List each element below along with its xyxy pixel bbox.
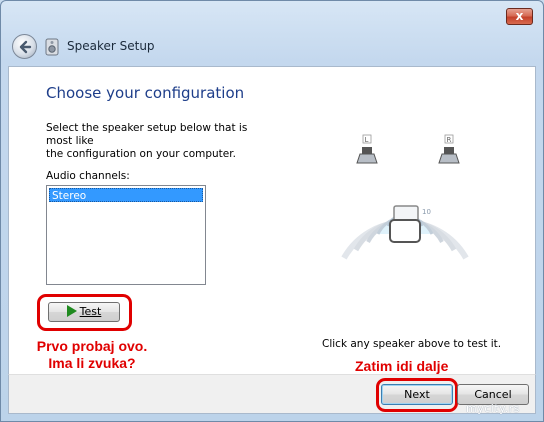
audio-channels-label: Audio channels: bbox=[46, 170, 130, 182]
svg-text:10: 10 bbox=[422, 208, 431, 216]
next-button[interactable]: Next bbox=[381, 384, 453, 405]
page-title: Choose your configuration bbox=[46, 84, 245, 102]
speaker-left-label: L bbox=[365, 136, 369, 144]
back-arrow-icon bbox=[19, 40, 32, 54]
back-button[interactable] bbox=[12, 34, 37, 59]
speaker-diagram: 10 L R bbox=[341, 134, 469, 260]
listener-area: 10 bbox=[341, 205, 469, 260]
window-title: Speaker Setup bbox=[67, 39, 155, 53]
annotation-line-1: Prvo probaj ovo. bbox=[36, 338, 148, 354]
speaker-left-icon[interactable]: L bbox=[356, 134, 378, 164]
speaker-right-label: R bbox=[447, 136, 452, 144]
test-annotation-ring bbox=[37, 294, 132, 331]
instructions-text: Select the speaker setup below that is m… bbox=[46, 122, 276, 161]
speaker-icon bbox=[45, 38, 59, 56]
speaker-test-hint: Click any speaker above to test it. bbox=[322, 338, 502, 350]
annotation-line-2: Ima li zvuka? bbox=[48, 355, 136, 371]
watermark: mycity.rs bbox=[466, 402, 520, 415]
close-button[interactable]: x bbox=[506, 8, 533, 25]
annotation-test-note: Prvo probaj ovo. Ima li zvuka? bbox=[22, 338, 162, 372]
speaker-right-icon[interactable]: R bbox=[438, 134, 460, 164]
list-item-stereo[interactable]: Stereo bbox=[49, 188, 203, 202]
instructions-line-1: Select the speaker setup below that is m… bbox=[46, 122, 248, 147]
annotation-next-note: Zatim idi dalje bbox=[355, 358, 449, 374]
audio-channels-list[interactable]: Stereo bbox=[46, 185, 206, 285]
instructions-line-2: the configuration on your computer. bbox=[46, 148, 236, 160]
